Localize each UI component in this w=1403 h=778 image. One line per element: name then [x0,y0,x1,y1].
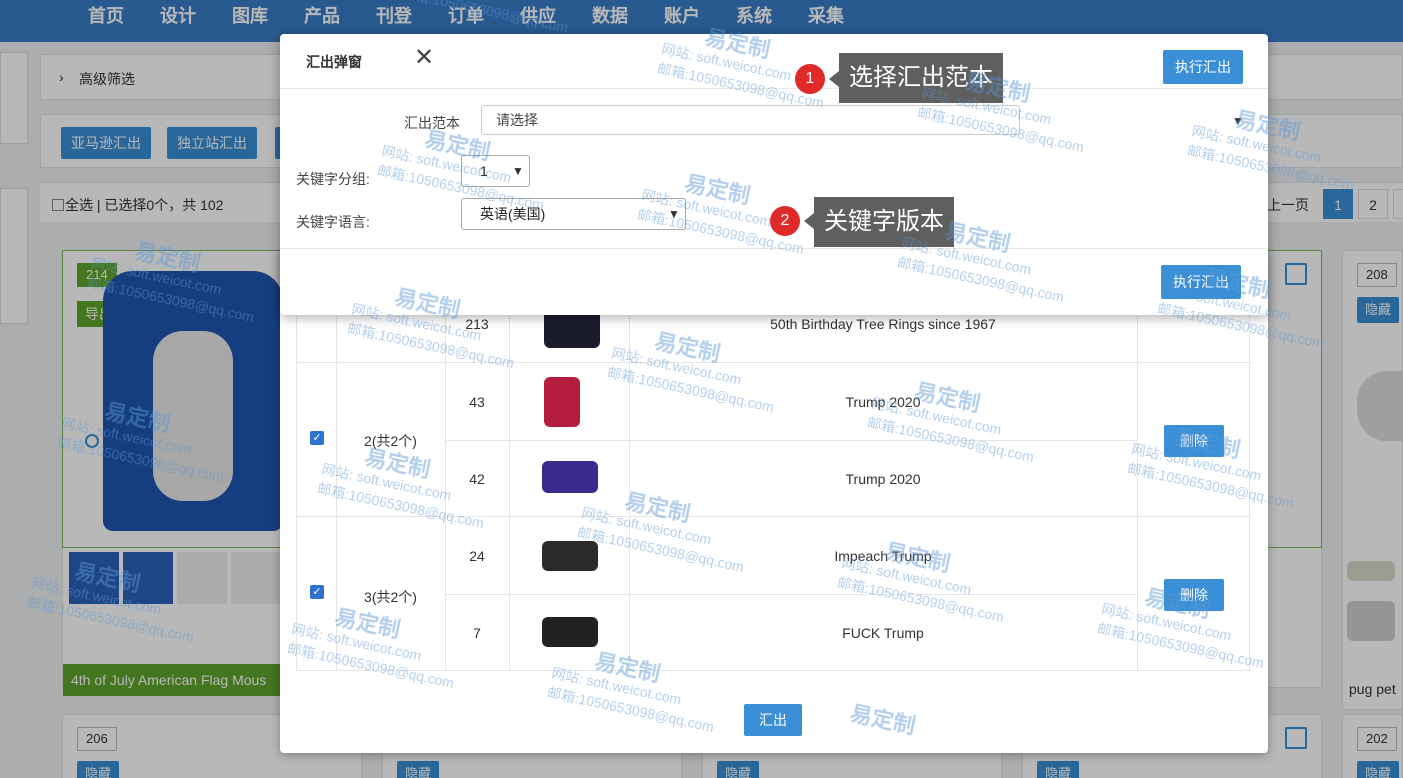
export-dialog: 汇出弹窗 ✕ 执行汇出 汇出范本 请选择 ▼ 关键字分组: 1 ▼ 关键字语言:… [280,34,1268,315]
keyword-language-select[interactable]: 英语(美国) ▼ [461,198,686,230]
keyword-group-label: 关键字分组: [296,171,370,187]
row-id: 213 [465,316,489,332]
keyword-language-value: 英语(美国) [480,206,546,222]
row-id: 24 [469,548,485,564]
product-thumb [542,617,598,647]
row-id: 7 [473,625,481,641]
callout-keyword-version: 关键字版本 [814,197,954,247]
callout-badge-1: 1 [795,64,825,94]
group-label: 3(共2个) [364,589,417,605]
template-label: 汇出范本 [404,115,460,131]
submit-export-button[interactable]: 汇出 [744,704,802,736]
table-group-row: ✓ 2(共2个) 43 Trump 2020 42 Trump 2020 删除 [296,363,1251,517]
group-checkbox[interactable]: ✓ [310,585,324,599]
export-list-dialog: 213 50th Birthday Tree Rings since 1967 … [280,250,1268,753]
product-thumb [542,541,598,571]
row-id: 43 [469,394,485,410]
run-export-button-bottom[interactable]: 执行汇出 [1161,265,1241,299]
callout-pointer [829,71,839,87]
group-label: 2(共2个) [364,433,417,449]
sub-row-divider [445,440,1137,441]
run-export-button-top[interactable]: 执行汇出 [1163,50,1243,84]
keyword-group-select[interactable]: 1 ▼ [461,155,530,187]
callout-pointer [804,213,814,229]
row-name: Trump 2020 [845,471,921,487]
dialog-header-divider [280,88,1268,89]
row-name: Trump 2020 [845,394,921,410]
dialog-title: 汇出弹窗 [306,54,362,70]
product-thumb [544,377,580,427]
chevron-down-icon: ▼ [668,207,680,221]
row-name: Impeach Trump [834,548,932,564]
row-name: FUCK Trump [842,625,924,641]
group-checkbox[interactable]: ✓ [310,431,324,445]
callout-template: 选择汇出范本 [839,53,1003,103]
row-name: 50th Birthday Tree Rings since 1967 [770,316,996,332]
delete-group-button[interactable]: 删除 [1164,425,1224,457]
keyword-language-label: 关键字语言: [296,214,370,230]
product-thumb [542,461,598,493]
table-group-row: ✓ 3(共2个) 24 Impeach Trump 7 FUCK Trump 删… [296,517,1251,671]
delete-group-button[interactable]: 删除 [1164,579,1224,611]
keyword-group-value: 1 [480,163,488,179]
template-select[interactable]: 请选择 [481,105,1020,135]
chevron-down-icon: ▼ [512,164,524,178]
row-id: 42 [469,471,485,487]
callout-badge-2: 2 [770,206,800,236]
close-icon[interactable]: ✕ [414,44,434,72]
sub-row-divider [445,594,1137,595]
chevron-down-icon[interactable]: ▼ [1232,114,1244,128]
dialog-footer-divider [280,248,1268,249]
